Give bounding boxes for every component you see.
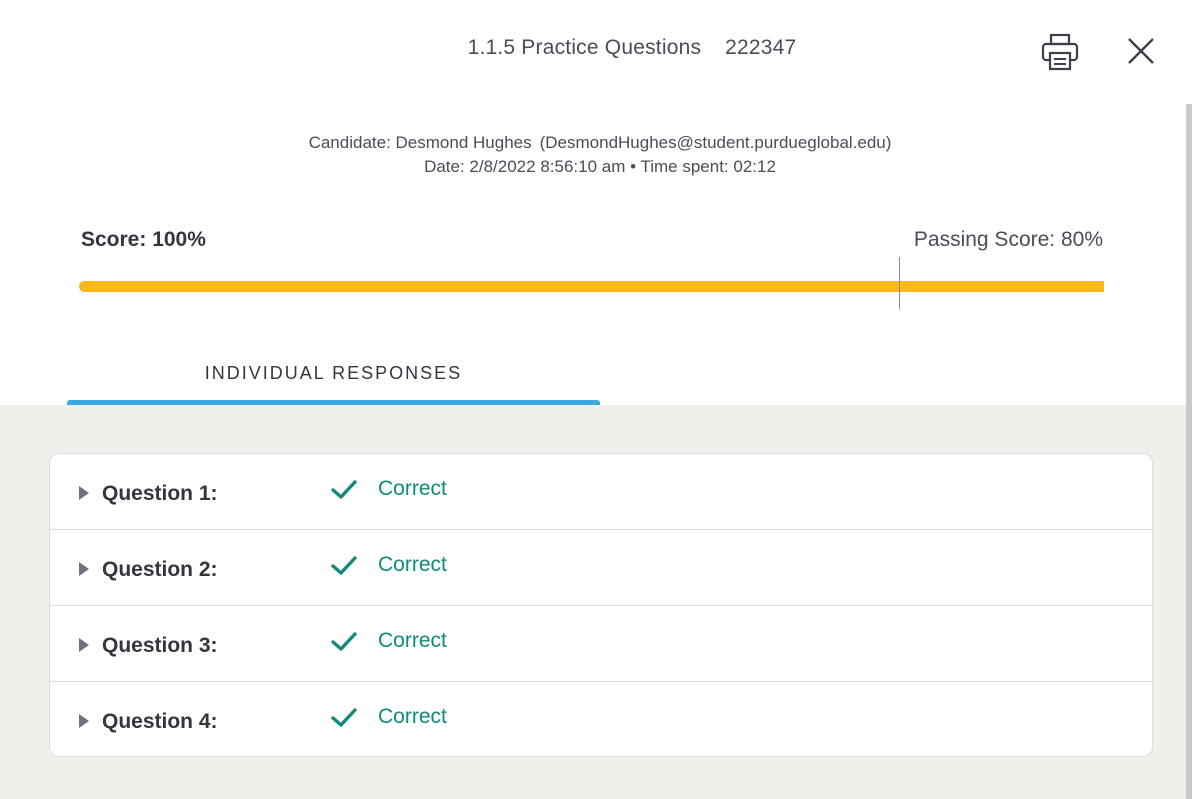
header-title: 1.1.5 Practice Questions 222347 [0, 36, 1192, 60]
scrollbar[interactable] [1186, 104, 1192, 799]
printer-icon [1041, 33, 1079, 71]
checkmark-icon [331, 708, 357, 727]
tab-individual-responses[interactable]: INDIVIDUAL RESPONSES [67, 360, 600, 405]
caret-right-icon [79, 638, 89, 652]
candidate-name: Candidate: Desmond Hughes [308, 133, 532, 152]
close-icon [1128, 38, 1154, 64]
results-page: 1.1.5 Practice Questions 222347 Candidate… [0, 0, 1192, 799]
question-row[interactable]: Question 1: Correct [50, 454, 1152, 530]
passing-score-label: Passing Score: 80% [913, 228, 1103, 251]
checkmark-icon [331, 480, 357, 499]
question-row[interactable]: Question 3: Correct [50, 606, 1152, 682]
question-label: Question 4: [102, 710, 218, 733]
score-bar-fill [79, 281, 1104, 292]
question-label: Question 2: [102, 558, 218, 581]
question-row[interactable]: Question 4: Correct [50, 682, 1152, 756]
question-label: Question 3: [102, 634, 218, 657]
quiz-title: 1.1.5 Practice Questions [467, 36, 702, 59]
candidate-email: (DesmondHughes@student.purdueglobal.edu) [539, 133, 892, 152]
tab-label: INDIVIDUAL RESPONSES [204, 363, 463, 383]
checkmark-icon [331, 556, 357, 575]
checkmark-icon [331, 632, 357, 651]
quiz-code: 222347 [725, 36, 797, 59]
candidate-line: Candidate: Desmond Hughes (DesmondHughes@… [0, 133, 1192, 153]
responses-panel: Question 1: Correct Question 2: Correct … [0, 405, 1186, 799]
result-status: Correct [378, 553, 447, 576]
question-label: Question 1: [102, 482, 218, 505]
question-row[interactable]: Question 2: Correct [50, 530, 1152, 606]
caret-right-icon [79, 714, 89, 728]
print-button[interactable] [1040, 32, 1080, 72]
result-status: Correct [378, 629, 447, 652]
caret-right-icon [79, 486, 89, 500]
responses-list: Question 1: Correct Question 2: Correct … [49, 453, 1153, 757]
close-button[interactable] [1124, 34, 1158, 68]
score-label: Score: 100% [81, 228, 206, 251]
date-time-line: Date: 2/8/2022 8:56:10 am • Time spent: … [424, 157, 776, 176]
score-bar [79, 281, 1104, 292]
passing-score-marker [899, 257, 900, 309]
result-status: Correct [378, 477, 447, 500]
result-status: Correct [378, 705, 447, 728]
caret-right-icon [79, 562, 89, 576]
